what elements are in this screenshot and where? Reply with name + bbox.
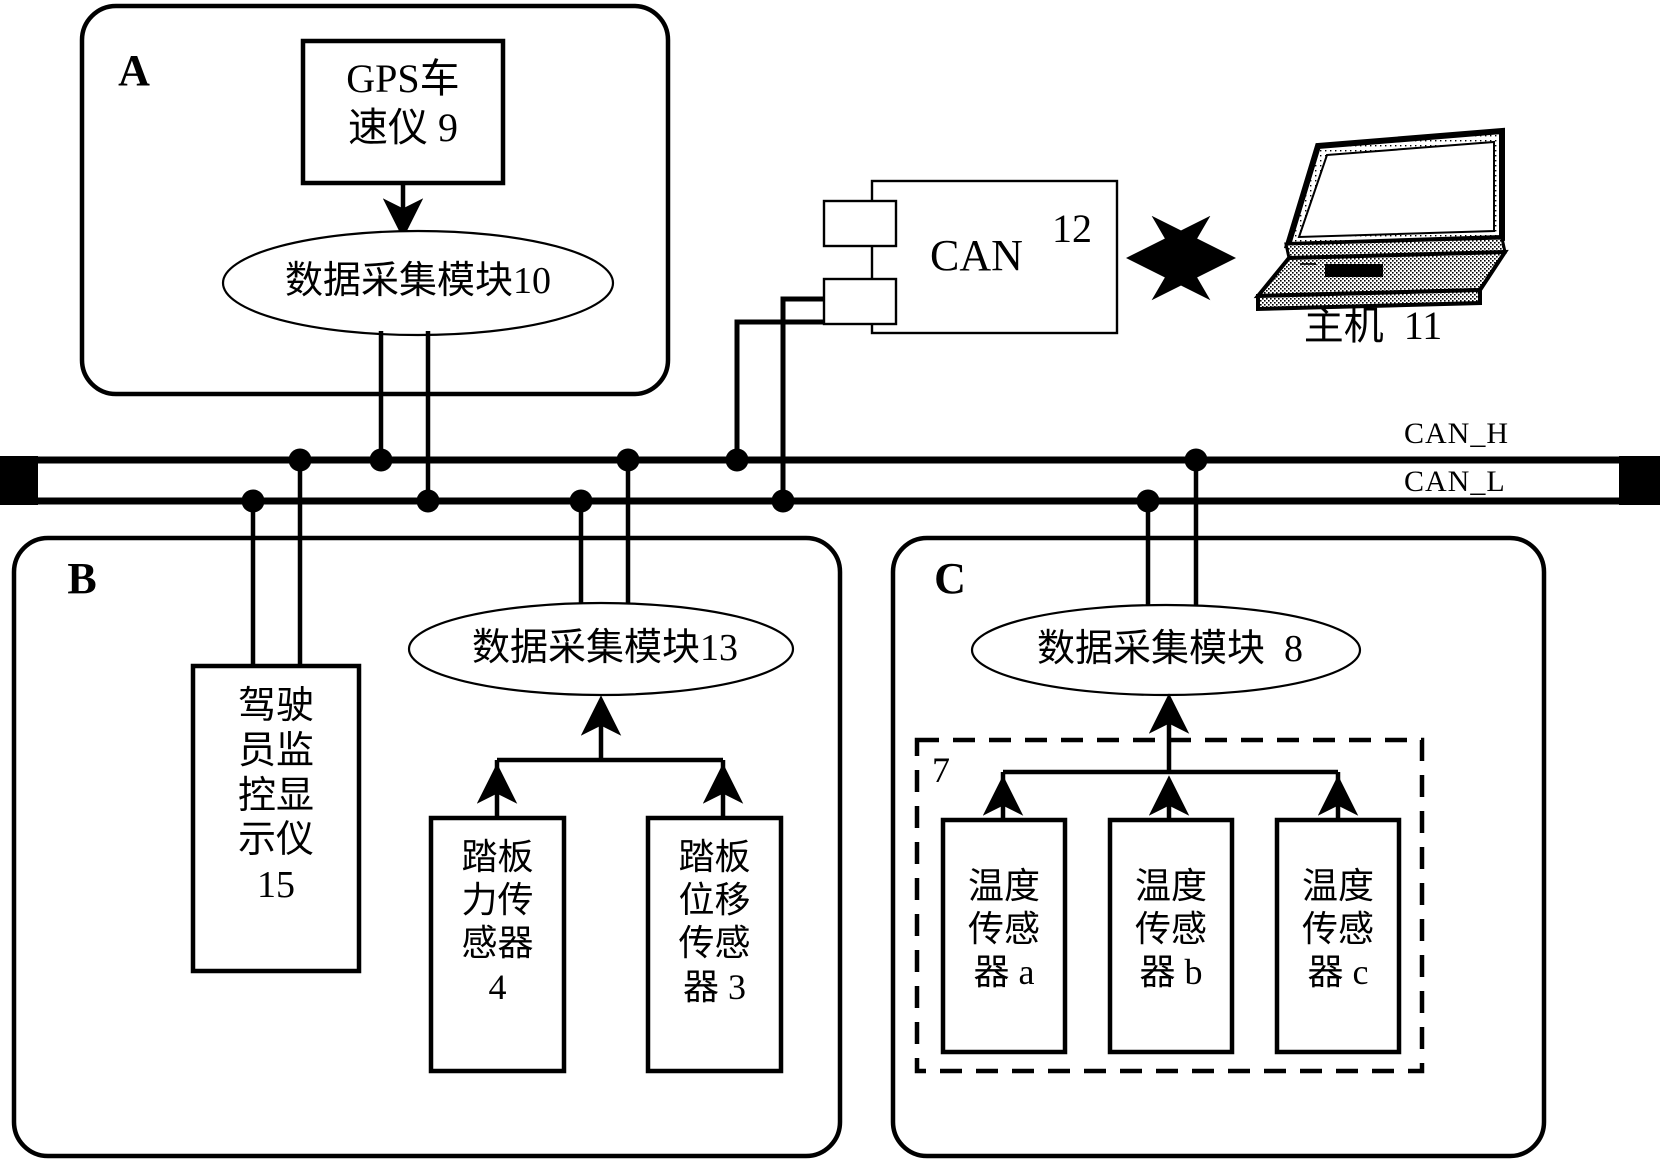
display-unit-bus-legs [250,460,303,666]
can-unit-label: CAN [930,231,1023,280]
driver-monitor-display-label: 驾驶 员监 控显 示仪 15 [237,685,314,907]
laptop-icon [1253,127,1509,312]
group-c-letter: C [934,554,966,603]
daq-module-8-bus-legs [1145,460,1199,607]
daq-module-10-bus-legs [378,331,431,501]
temp-sensor-c-label: 温度 传感 器 c [1301,866,1374,993]
temp-sensor-b-label: 温度 传感 器 b [1134,866,1207,993]
group-a-letter: A [118,46,150,95]
can-l-label: CAN_L [1404,465,1506,498]
can-h-label: CAN_H [1404,417,1510,450]
can-unit-number: 12 [1052,206,1092,251]
temp-sensor-a-label: 温度 传感 器 a [967,866,1040,993]
can-bus-wiring [734,296,824,501]
daq-module-8-label: 数据采集模块 8 [1036,628,1303,670]
host-label: 主机 11 [1303,303,1443,348]
daq-module-10-label: 数据采集模块10 [284,260,551,302]
gps-speedometer-label: GPS车 速仪 9 [346,56,460,150]
pedal-sensor-tree [476,695,744,818]
group-b-letter: B [67,554,97,603]
diagram-svg [0,3,1660,1159]
diagram-canvas: A B C GPS车 速仪 9 数据采集模块10 CAN 12 主机 11 CA… [0,0,1660,1162]
daq-module-13-label: 数据采集模块13 [471,627,738,669]
temp-sensor-tree [982,769,1359,820]
pedal-force-sensor-label: 踏板 力传 感器 4 [461,837,534,1007]
pedal-displacement-sensor-label: 踏板 位移 传感 器 3 [678,837,751,1007]
temp-sensor-group-number: 7 [932,750,950,790]
